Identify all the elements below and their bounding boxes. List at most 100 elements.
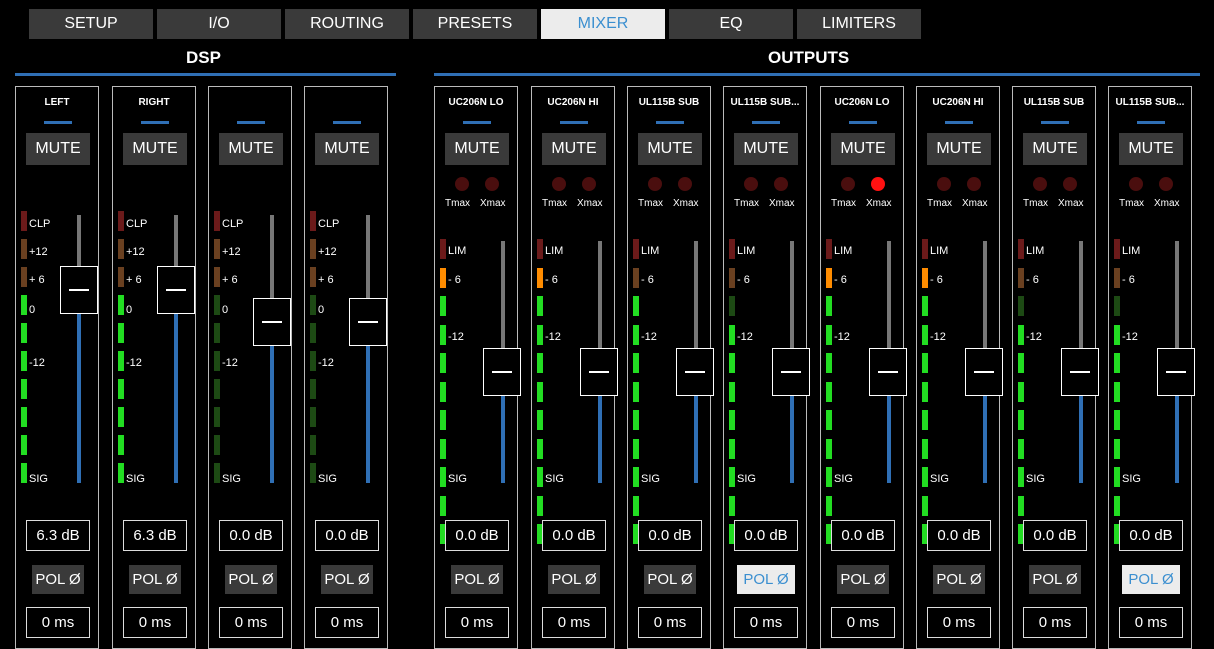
gain-field[interactable]: 0.0 dB xyxy=(927,520,991,551)
mute-button[interactable]: MUTE xyxy=(927,133,991,165)
strip-indicator xyxy=(333,121,361,124)
strip-name: UL115B SUB xyxy=(1023,97,1085,108)
delay-field[interactable]: 0 ms xyxy=(315,607,379,638)
polarity-button[interactable]: POL Ø xyxy=(548,565,600,594)
delay-field[interactable]: 0 ms xyxy=(734,607,798,638)
meter-segment xyxy=(1114,410,1120,430)
gain-field[interactable]: 0.0 dB xyxy=(1023,520,1087,551)
fader-knob[interactable] xyxy=(157,266,195,315)
mute-button[interactable]: MUTE xyxy=(1023,133,1087,165)
mute-button[interactable]: MUTE xyxy=(315,133,379,165)
fader-knob[interactable] xyxy=(60,266,98,315)
mute-button[interactable]: MUTE xyxy=(1119,133,1183,165)
xmax-label: Xmax xyxy=(577,198,603,209)
meter-segment xyxy=(537,353,543,373)
delay-field[interactable]: 0 ms xyxy=(219,607,283,638)
gain-field[interactable]: 0.0 dB xyxy=(734,520,798,551)
tmax-led xyxy=(744,177,758,191)
gain-field[interactable]: 0.0 dB xyxy=(1119,520,1183,551)
gain-field[interactable]: 0.0 dB xyxy=(445,520,509,551)
delay-field[interactable]: 0 ms xyxy=(831,607,895,638)
gain-field[interactable]: 0.0 dB xyxy=(542,520,606,551)
meter-segment xyxy=(1114,381,1120,402)
meter-segment xyxy=(214,267,220,287)
polarity-button[interactable]: POL Ø xyxy=(1029,565,1081,594)
meter-segment xyxy=(729,353,735,373)
fader-knob[interactable] xyxy=(965,347,1003,396)
gain-field[interactable]: 0.0 dB xyxy=(831,520,895,551)
polarity-button[interactable]: POL Ø xyxy=(737,565,795,594)
mute-button[interactable]: MUTE xyxy=(638,133,702,165)
fader-knob[interactable] xyxy=(1157,347,1195,396)
fader-fill xyxy=(174,290,178,483)
polarity-button[interactable]: POL Ø xyxy=(321,565,373,594)
output-strip: UL115B SUB... MUTE Tmax Xmax LIM - 6 -12 SIG 0.0… xyxy=(1108,86,1195,649)
meter-label: + 6 xyxy=(29,274,45,286)
tab-routing[interactable]: ROUTING xyxy=(285,9,409,39)
delay-field[interactable]: 0 ms xyxy=(638,607,702,638)
gain-field[interactable]: 0.0 dB xyxy=(315,520,379,551)
fader-knob[interactable] xyxy=(676,347,714,396)
meter-segment xyxy=(440,324,446,345)
meter-segment xyxy=(118,211,124,231)
delay-field[interactable]: 0 ms xyxy=(927,607,991,638)
delay-field[interactable]: 0 ms xyxy=(26,607,90,638)
delay-field[interactable]: 0 ms xyxy=(1119,607,1183,638)
tab-limiters[interactable]: LIMITERS xyxy=(797,9,921,39)
tab-setup[interactable]: SETUP xyxy=(29,9,153,39)
meter-segment xyxy=(729,239,735,259)
meter-label: -12 xyxy=(834,331,850,343)
meter-segment xyxy=(1114,495,1120,516)
gain-field[interactable]: 6.3 dB xyxy=(26,520,90,551)
meter-segment xyxy=(1018,324,1024,345)
gain-field[interactable]: 6.3 dB xyxy=(123,520,187,551)
fader-knob[interactable] xyxy=(349,298,387,347)
polarity-button[interactable]: POL Ø xyxy=(644,565,696,594)
fader-knob[interactable] xyxy=(253,298,291,347)
mute-button[interactable]: MUTE xyxy=(219,133,283,165)
tab-eq[interactable]: EQ xyxy=(669,9,793,39)
mute-button[interactable]: MUTE xyxy=(542,133,606,165)
tmax-led xyxy=(648,177,662,191)
delay-field[interactable]: 0 ms xyxy=(445,607,509,638)
polarity-button[interactable]: POL Ø xyxy=(32,565,84,594)
fader-knob[interactable] xyxy=(580,347,618,396)
meter-segment xyxy=(1018,381,1024,402)
output-strip: UL115B SUB MUTE Tmax Xmax LIM - 6 -12 SIG 0.0 dB… xyxy=(1012,86,1099,649)
meter-segment xyxy=(21,211,27,231)
meter-segment xyxy=(214,435,220,455)
polarity-button[interactable]: POL Ø xyxy=(225,565,277,594)
strip-name: LEFT xyxy=(44,97,70,108)
polarity-button[interactable]: POL Ø xyxy=(837,565,889,594)
gain-field[interactable]: 0.0 dB xyxy=(638,520,702,551)
polarity-button[interactable]: POL Ø xyxy=(933,565,985,594)
tab-mixer[interactable]: MIXER xyxy=(541,9,665,39)
meter-segment xyxy=(922,410,928,430)
meter-label: SIG xyxy=(448,473,467,485)
mute-button[interactable]: MUTE xyxy=(445,133,509,165)
delay-field[interactable]: 0 ms xyxy=(1023,607,1087,638)
fader-knob[interactable] xyxy=(772,347,810,396)
fader-knob[interactable] xyxy=(1061,347,1099,396)
tmax-led xyxy=(455,177,469,191)
meter-label: SIG xyxy=(222,473,241,485)
delay-field[interactable]: 0 ms xyxy=(542,607,606,638)
mute-button[interactable]: MUTE xyxy=(734,133,798,165)
fader-knob[interactable] xyxy=(483,347,521,396)
mute-button[interactable]: MUTE xyxy=(123,133,187,165)
xmax-label: Xmax xyxy=(962,198,988,209)
meter-label: - 6 xyxy=(641,274,654,286)
tab-io[interactable]: I/O xyxy=(157,9,281,39)
meter-segment xyxy=(214,407,220,427)
polarity-button[interactable]: POL Ø xyxy=(129,565,181,594)
polarity-button[interactable]: POL Ø xyxy=(451,565,503,594)
meter-segment xyxy=(922,381,928,402)
tab-presets[interactable]: PRESETS xyxy=(413,9,537,39)
fader-fill xyxy=(77,290,81,483)
delay-field[interactable]: 0 ms xyxy=(123,607,187,638)
polarity-button[interactable]: POL Ø xyxy=(1122,565,1180,594)
fader-knob[interactable] xyxy=(869,347,907,396)
mute-button[interactable]: MUTE xyxy=(26,133,90,165)
mute-button[interactable]: MUTE xyxy=(831,133,895,165)
gain-field[interactable]: 0.0 dB xyxy=(219,520,283,551)
